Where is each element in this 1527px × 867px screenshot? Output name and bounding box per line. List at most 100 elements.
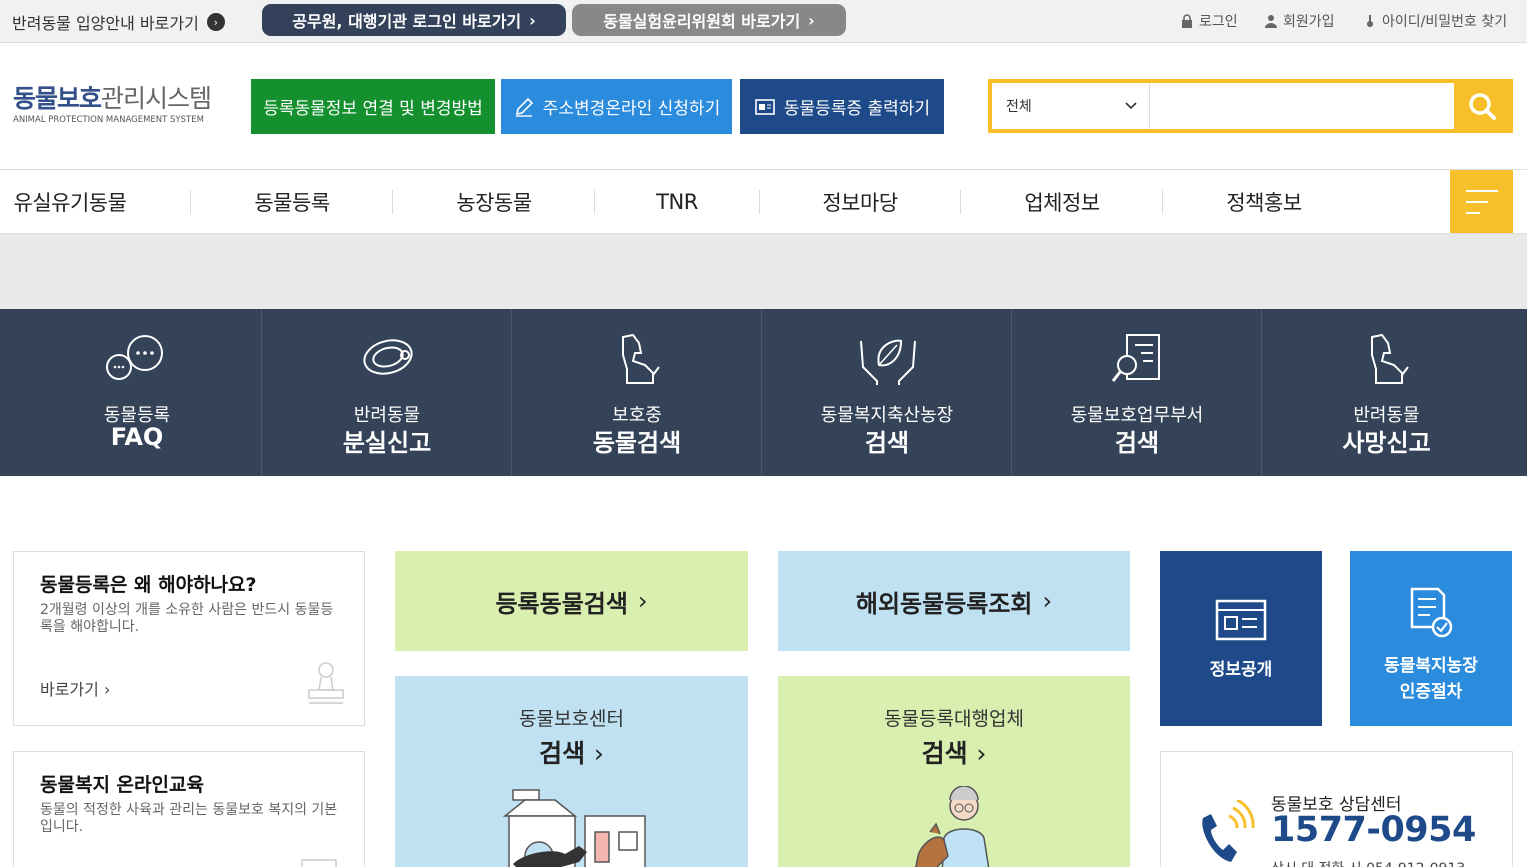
hands-leaf-icon xyxy=(860,339,916,385)
search-icon xyxy=(1468,93,1496,120)
tile-label-1: 동물등록대행업체 xyxy=(884,708,1024,730)
nav-item-tnr[interactable]: TNR xyxy=(596,170,758,234)
adoption-guide-label: 반려동물 입양안내 바로가기 xyxy=(12,14,199,33)
call-center-sub: 상시 대 전화 시 054-912-0913 xyxy=(1271,858,1465,867)
quick-label-2: 동물검색 xyxy=(592,429,682,457)
stamp-icon xyxy=(308,662,344,704)
quick-menu: 동물등록 FAQ 반려동물 분실신고 보호중 동물검색 동물복지축산농장 검색 xyxy=(0,309,1527,476)
site-logo[interactable]: 동물보호관리시스템 ANIMAL PROTECTION MANAGEMENT S… xyxy=(13,84,243,126)
quick-lost-report[interactable]: 반려동물 분실신고 xyxy=(263,309,512,476)
chevron-right-icon: › xyxy=(103,680,111,699)
nav-item-business[interactable]: 업체정보 xyxy=(962,170,1162,234)
signup-label: 회원가입 xyxy=(1283,14,1335,30)
quick-label-2: FAQ xyxy=(110,423,164,451)
info-disclosure-tile[interactable]: 정보공개 xyxy=(1160,551,1322,726)
nav-item-farm-animals[interactable]: 농장동물 xyxy=(394,170,594,234)
login-link[interactable]: 로그인 xyxy=(1180,11,1238,31)
banner-area xyxy=(0,234,1527,309)
chevron-right-icon: › xyxy=(1042,587,1053,615)
call-center-box: 동물보호 상담센터 1577-0954 상시 대 전화 시 054-912-09… xyxy=(1160,751,1513,867)
nav-item-lost-animals[interactable]: 유실유기동물 xyxy=(0,170,140,234)
search-input[interactable] xyxy=(1152,83,1457,129)
chevron-right-icon: › xyxy=(529,10,536,30)
vet-with-dog-illustration xyxy=(915,786,990,867)
shelter-search-tile[interactable]: 동물보호센터 검색 › xyxy=(395,676,748,867)
overseas-registration-tile[interactable]: 해외동물등록조회 › xyxy=(778,551,1130,651)
tile-label-2: 검색 xyxy=(539,739,586,768)
main-nav: 유실유기동물 동물등록 농장동물 TNR 정보마당 업체정보 정책홍보 xyxy=(0,169,1527,234)
call-center-number: 1577-0954 xyxy=(1271,810,1476,850)
welfare-farm-certification-tile[interactable]: 동물복지농장 인증절차 xyxy=(1350,551,1512,726)
collar-icon xyxy=(363,339,413,375)
pencil-icon xyxy=(515,97,533,117)
card-title: 동물등록은 왜 해야하나요? xyxy=(40,574,257,596)
registered-info-link-button[interactable]: 등록동물정보 연결 및 변경방법 xyxy=(251,79,495,134)
ethics-committee-button[interactable]: 동물실험윤리위원회 바로가기 › xyxy=(572,4,846,36)
tile-label-1: 동물보호센터 xyxy=(519,708,624,730)
search-category-select[interactable]: 전체 xyxy=(992,83,1150,129)
online-education-card[interactable]: 동물복지 온라인교육 동물의 적정한 사육과 관리는 동물보호 복지의 기본입니… xyxy=(13,751,365,867)
tile-label: 해외동물등록조회 xyxy=(855,589,1033,618)
find-account-label: 아이디/비밀번호 찾기 xyxy=(1382,14,1508,30)
shelter-building-illustration xyxy=(502,789,646,867)
top-utility-bar: 반려동물 입양안내 바로가기 › 공무원, 대행기관 로그인 바로가기 › 동물… xyxy=(0,0,1527,43)
address-change-label: 주소변경온라인 신청하기 xyxy=(542,99,721,119)
find-account-link[interactable]: 아이디/비밀번호 찾기 xyxy=(1363,11,1507,31)
card-title: 동물복지 온라인교육 xyxy=(40,774,204,796)
address-change-button[interactable]: 주소변경온라인 신청하기 xyxy=(501,79,732,134)
search-button[interactable] xyxy=(1454,79,1509,133)
dog-icon xyxy=(1371,333,1409,384)
quick-department-search[interactable]: 동물보호업무부서 검색 xyxy=(1013,309,1262,476)
phone-icon xyxy=(1202,800,1255,862)
logo-english-text: ANIMAL PROTECTION MANAGEMENT SYSTEM xyxy=(13,115,204,125)
key-icon xyxy=(1367,15,1373,27)
lock-icon xyxy=(1182,14,1192,28)
quick-label-2: 분실신고 xyxy=(342,429,432,457)
registered-animal-search-tile[interactable]: 등록동물검색 › xyxy=(395,551,748,651)
logo-sub-text: 관리시스템 xyxy=(101,84,212,113)
chevron-down-icon xyxy=(1125,102,1137,110)
logo-main-text: 동물보호 xyxy=(13,84,102,113)
signup-link[interactable]: 회원가입 xyxy=(1264,11,1335,31)
card-description: 2개월령 이상의 개를 소유한 사람은 반드시 동물등록을 해야합니다. xyxy=(40,602,334,635)
monitor-icon xyxy=(301,859,337,867)
tile-label-2-row: 검색 › xyxy=(778,734,1130,770)
quick-label-2: 검색 xyxy=(864,429,910,457)
chat-bubbles-icon xyxy=(106,335,163,380)
tile-label-2-row: 검색 › xyxy=(395,734,748,770)
why-register-card[interactable]: 동물등록은 왜 해야하나요? 2개월령 이상의 개를 소유한 사람은 반드시 동… xyxy=(13,551,365,726)
id-card-icon xyxy=(755,98,775,115)
tile-label: 정보공개 xyxy=(1209,660,1273,680)
chevron-right-icon: › xyxy=(808,10,815,30)
login-label: 로그인 xyxy=(1199,14,1238,30)
nav-item-info[interactable]: 정보마당 xyxy=(761,170,959,234)
card-description: 동물의 적정한 사육과 관리는 동물보호 복지의 기본입니다. xyxy=(40,802,338,835)
chevron-right-icon: › xyxy=(593,739,604,768)
go-link-label: 바로가기 xyxy=(40,680,99,699)
menu-line-icon xyxy=(1466,211,1480,214)
browser-window-icon xyxy=(1215,599,1267,641)
quick-death-report[interactable]: 반려동물 사망신고 xyxy=(1262,309,1511,476)
quick-welfare-farm-search[interactable]: 동물복지축산농장 검색 xyxy=(763,309,1012,476)
chevron-right-icon: › xyxy=(637,587,648,615)
official-login-button[interactable]: 공무원, 대행기관 로그인 바로가기 › xyxy=(262,4,566,36)
tile-label-1: 동물복지농장 xyxy=(1384,656,1478,676)
nav-item-registration[interactable]: 동물등록 xyxy=(192,170,392,234)
quick-registration-faq[interactable]: 동물등록 FAQ xyxy=(13,309,262,476)
tile-label-2: 인증절차 xyxy=(1399,682,1463,702)
go-link[interactable]: 바로가기 › xyxy=(40,676,110,700)
tile-label: 등록동물검색 xyxy=(495,589,628,618)
agency-search-tile[interactable]: 동물등록대행업체 검색 › xyxy=(778,676,1130,867)
quick-shelter-animal-search[interactable]: 보호중 동물검색 xyxy=(513,309,762,476)
official-login-label: 공무원, 대행기관 로그인 바로가기 xyxy=(292,12,522,31)
nav-item-policy[interactable]: 정책홍보 xyxy=(1164,170,1364,234)
chevron-right-icon: › xyxy=(206,13,225,31)
document-search-icon xyxy=(1111,334,1160,382)
quick-label-2: 사망신고 xyxy=(1342,429,1431,457)
all-menu-button[interactable] xyxy=(1450,170,1513,233)
chevron-right-icon: › xyxy=(976,739,987,768)
adoption-guide-link[interactable]: 반려동물 입양안내 바로가기 › xyxy=(12,10,225,34)
menu-line-icon xyxy=(1466,189,1498,192)
print-certificate-button[interactable]: 동물등록증 출력하기 xyxy=(740,79,944,134)
tile-label-group: 동물복지농장 인증절차 xyxy=(1350,653,1512,705)
